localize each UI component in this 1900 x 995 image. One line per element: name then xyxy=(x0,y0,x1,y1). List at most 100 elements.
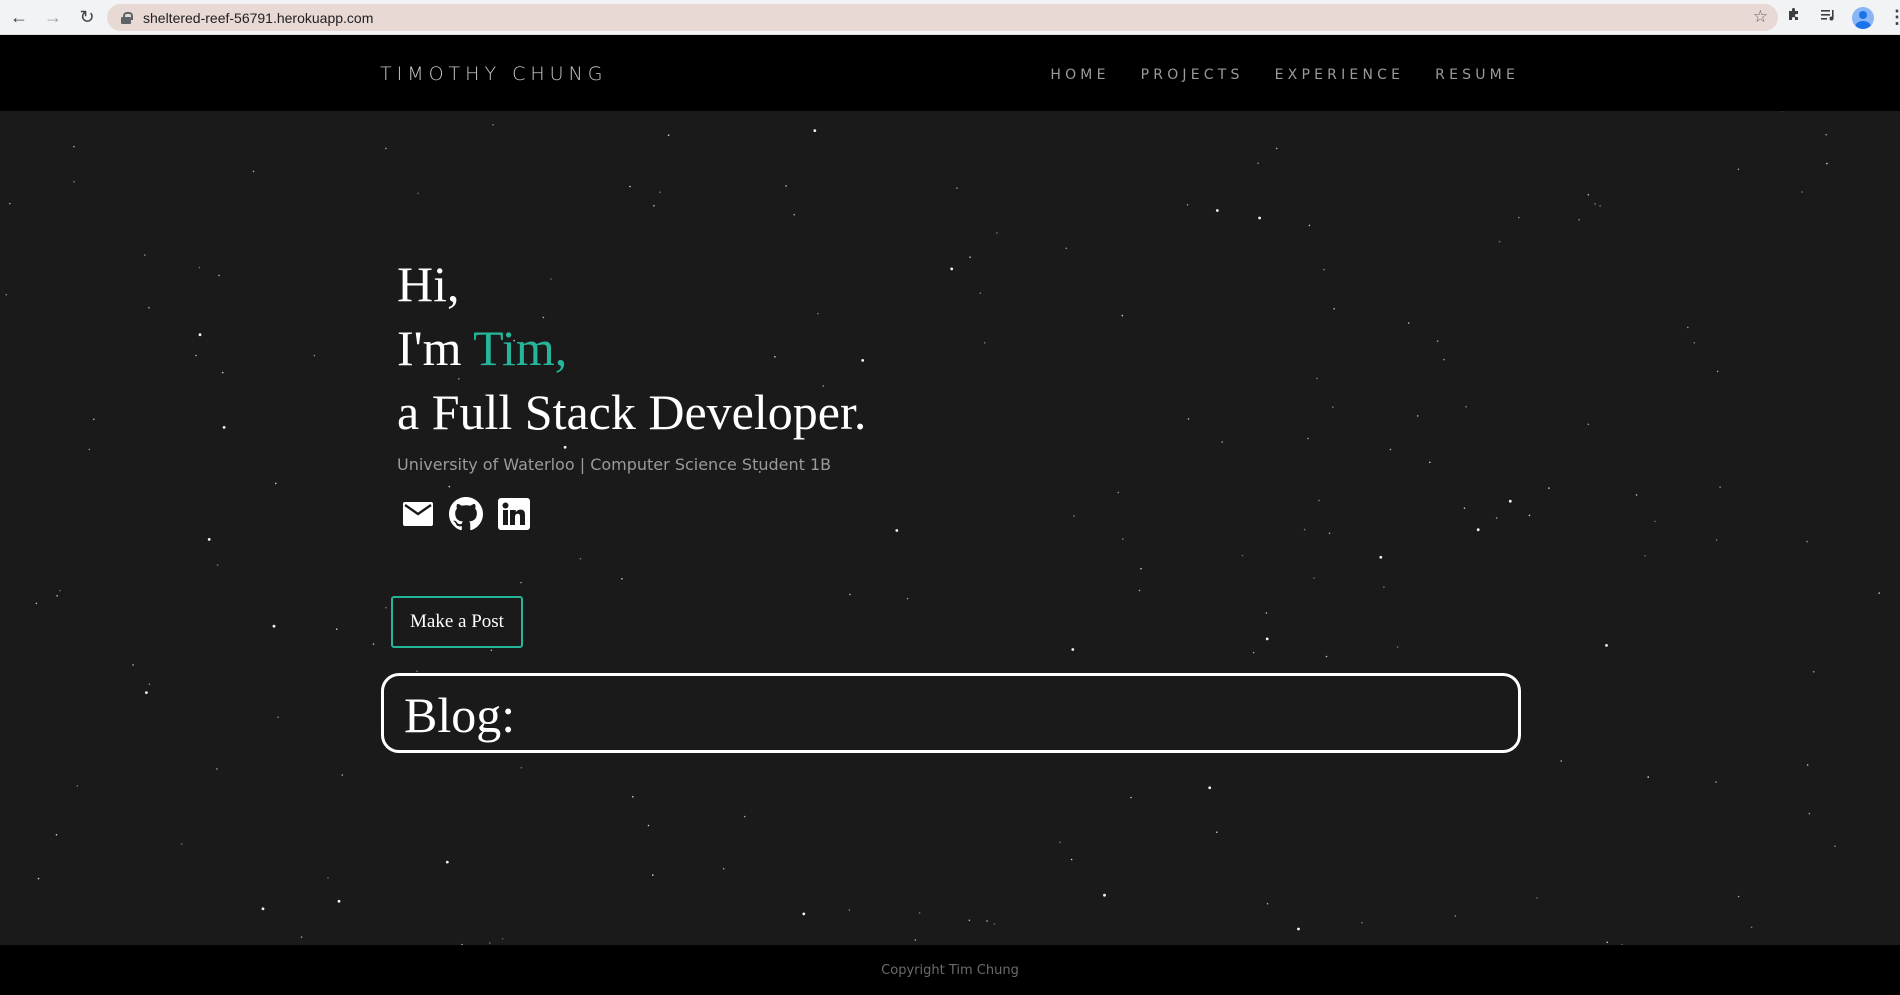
site-header: TIMOTHY CHUNG HOME PROJECTS EXPERIENCE R… xyxy=(0,35,1900,111)
star-dot xyxy=(1878,592,1880,594)
hero-role: a Full Stack Developer. xyxy=(397,384,867,440)
playlist-icon[interactable] xyxy=(1818,7,1838,28)
star-dot xyxy=(1241,554,1244,557)
star-dot xyxy=(198,266,201,269)
star-dot xyxy=(1578,218,1580,221)
star-dot xyxy=(1801,191,1804,193)
mail-icon[interactable] xyxy=(401,497,435,531)
star-dot xyxy=(76,785,79,787)
nav-link-experience[interactable]: EXPERIENCE xyxy=(1275,67,1405,83)
star-dot xyxy=(743,815,746,818)
avatar-icon[interactable] xyxy=(1852,6,1874,29)
star-dot xyxy=(1416,415,1419,417)
star-dot xyxy=(1130,796,1132,799)
star-dot xyxy=(252,170,255,173)
star-dot xyxy=(563,445,567,449)
nav-link-home[interactable]: HOME xyxy=(1050,67,1109,83)
star-dot xyxy=(337,899,341,903)
star-dot xyxy=(983,342,986,344)
star-dot xyxy=(1737,168,1740,171)
star-dot xyxy=(1121,314,1124,317)
forward-icon[interactable]: → xyxy=(38,2,68,32)
star-dot xyxy=(520,581,522,584)
star-dot xyxy=(1508,499,1512,503)
star-dot xyxy=(1605,644,1608,647)
star-dot xyxy=(416,670,418,673)
puzzle-icon[interactable] xyxy=(1784,7,1804,28)
browser-toolbar: ← → ↻ sheltered-reef-56791.herokuapp.com… xyxy=(0,0,1900,35)
star-dot xyxy=(1716,370,1719,373)
star-dot xyxy=(1252,651,1255,654)
star-dot xyxy=(1258,216,1261,220)
hero-section: Hi, I'm Tim, a Full Stack Developer. xyxy=(397,252,866,444)
star-dot xyxy=(653,205,655,207)
url-text[interactable]: sheltered-reef-56791.herokuapp.com xyxy=(143,10,373,26)
star-dot xyxy=(1103,893,1106,897)
star-dot xyxy=(180,843,183,845)
star-dot xyxy=(1443,358,1445,361)
star-dot xyxy=(1826,162,1828,165)
star-dot xyxy=(207,538,211,541)
star-dot xyxy=(993,923,996,925)
star-dot xyxy=(1647,776,1649,778)
star-dot xyxy=(35,602,38,605)
star-dot xyxy=(1307,437,1309,440)
star-dot xyxy=(277,716,279,718)
star-dot xyxy=(1303,528,1306,531)
star-dot xyxy=(520,766,523,769)
star-dot xyxy=(1806,540,1808,543)
star-dot xyxy=(914,939,917,941)
back-icon[interactable]: ← xyxy=(4,2,34,32)
star-dot xyxy=(1594,203,1596,205)
kebab-icon[interactable]: ⋮ xyxy=(1888,7,1900,28)
star-dot xyxy=(1208,786,1212,790)
star-dot xyxy=(793,213,795,216)
star-dot xyxy=(1396,646,1399,648)
star-dot xyxy=(1644,555,1646,557)
star-dot xyxy=(1122,538,1124,540)
star-dot xyxy=(1316,377,1318,380)
hero-name-line: I'm Tim, xyxy=(397,316,866,380)
star-dot xyxy=(968,919,971,922)
reload-icon[interactable]: ↻ xyxy=(72,2,102,32)
star-icon[interactable]: ☆ xyxy=(1753,7,1768,27)
star-dot xyxy=(55,834,58,836)
star-dot xyxy=(1495,517,1498,519)
star-dot xyxy=(216,768,218,770)
star-dot xyxy=(1687,326,1689,329)
star-dot xyxy=(1065,247,1068,250)
star-dot xyxy=(1323,268,1325,271)
star-dot xyxy=(335,628,338,630)
star-dot xyxy=(221,371,224,374)
star-dot xyxy=(1635,494,1638,496)
star-dot xyxy=(148,306,150,309)
nav-link-resume[interactable]: RESUME xyxy=(1435,67,1519,83)
star-dot xyxy=(145,691,148,694)
make-post-button[interactable]: Make a Post xyxy=(391,596,523,648)
star-dot xyxy=(722,867,725,870)
star-dot xyxy=(372,643,375,645)
github-icon[interactable] xyxy=(449,497,483,531)
address-bar[interactable]: sheltered-reef-56791.herokuapp.com ☆ xyxy=(107,4,1778,31)
star-dot xyxy=(327,876,329,879)
star-dot xyxy=(849,593,851,596)
site-brand[interactable]: TIMOTHY CHUNG xyxy=(380,63,608,85)
star-dot xyxy=(1186,204,1189,206)
nav-link-projects[interactable]: PROJECTS xyxy=(1141,67,1244,83)
star-dot xyxy=(448,485,451,488)
social-links xyxy=(401,497,531,531)
star-dot xyxy=(956,187,958,189)
star-dot xyxy=(195,354,197,357)
star-dot xyxy=(1715,539,1718,541)
star-dot xyxy=(1275,147,1278,150)
linkedin-icon[interactable] xyxy=(497,497,531,531)
star-dot xyxy=(1383,586,1385,588)
star-dot xyxy=(1389,448,1392,451)
star-dot xyxy=(56,595,58,597)
star-dot xyxy=(93,418,95,421)
star-dot xyxy=(1265,612,1268,614)
star-dot xyxy=(261,907,265,911)
star-dot xyxy=(1812,671,1815,673)
star-dot xyxy=(1599,205,1601,207)
star-dot xyxy=(1436,340,1439,342)
